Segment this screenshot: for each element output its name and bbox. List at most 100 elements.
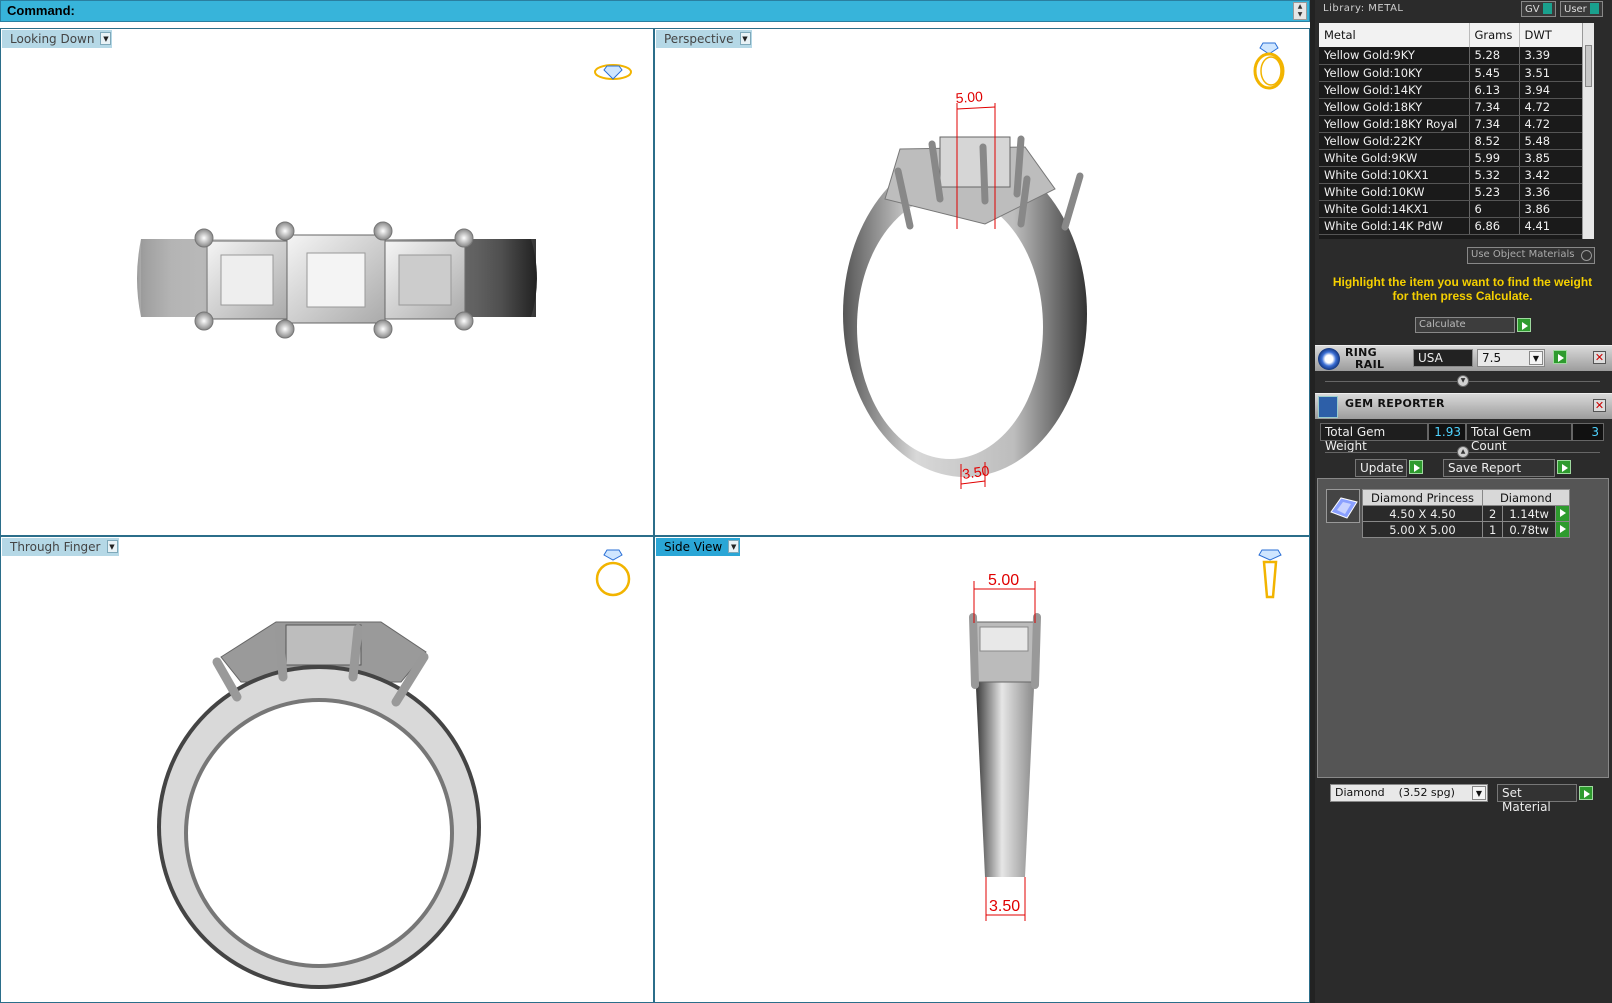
grams-cell: 5.32 [1469,166,1520,184]
collapse-knob-icon[interactable]: ▲ [1457,446,1469,458]
metal-name-cell: Yellow Gold:22KY [1319,132,1470,150]
metal-name-cell: White Gold:10KW [1319,183,1470,201]
command-bar[interactable]: Command: ▲ ▼ [0,0,1310,22]
save-report-label: Save Report [1448,461,1522,475]
column-header-metal[interactable]: Metal [1319,23,1470,47]
save-report-button[interactable]: Save Report [1443,459,1555,477]
update-go-button[interactable] [1409,460,1423,474]
metal-name-cell: Yellow Gold:10KY [1319,64,1470,82]
metal-row[interactable]: White Gold:14KX1 6 3.86 [1319,200,1584,218]
close-icon[interactable]: ✕ [1593,399,1606,412]
gem-weight-cell: 0.78tw [1502,521,1556,538]
save-report-go-button[interactable] [1557,460,1571,474]
column-header-dwt[interactable]: DWT [1519,23,1584,47]
ring-rail-apply-button[interactable] [1553,350,1567,364]
dwt-cell: 3.85 [1519,149,1584,167]
command-scroll[interactable]: ▲ ▼ [1293,2,1307,20]
grams-cell: 7.34 [1469,115,1520,133]
scroll-down-icon[interactable]: ▼ [1294,11,1306,19]
chevron-down-icon[interactable]: ▼ [1472,786,1486,800]
viewport-perspective[interactable]: Perspective ▼ 5.00 3.50 [654,28,1310,536]
dwt-cell: 3.86 [1519,200,1584,218]
material-select[interactable]: Diamond (3.52 spg) ▼ [1330,784,1488,802]
princess-diamond-icon [1326,489,1360,523]
ring-rail-title-2: RAIL [1355,358,1385,371]
metal-name-cell: White Gold:14K PdW [1319,217,1470,235]
toggle-indicator-icon [1589,3,1599,14]
column-header-grams[interactable]: Grams [1469,23,1520,47]
calculate-hint: Highlight the item you want to find the … [1332,275,1593,303]
metal-row[interactable]: Yellow Gold:9KY 5.28 3.39 [1319,47,1584,65]
viewport-through-finger[interactable]: Through Finger ▼ [0,536,654,1003]
metal-row[interactable]: White Gold:10KW 5.23 3.36 [1319,183,1584,201]
dwt-cell: 4.72 [1519,98,1584,116]
ring-size-select[interactable]: 7.5 ▼ [1477,349,1545,367]
toggle-indicator-icon [1542,3,1552,14]
table-header-row: Metal Grams DWT [1319,23,1584,47]
ring-standard-field[interactable]: USA [1413,349,1473,367]
grams-cell: 8.52 [1469,132,1520,150]
metal-row[interactable]: Yellow Gold:22KY 8.52 5.48 [1319,132,1584,150]
grams-cell: 5.99 [1469,149,1520,167]
metal-row[interactable]: Yellow Gold:18KY Royal 7.34 4.72 [1319,115,1584,133]
dwt-cell: 3.36 [1519,183,1584,201]
ring-side-view: 5.00 3.50 [969,572,1041,921]
use-object-materials-toggle[interactable]: Use Object Materials [1467,247,1595,264]
table-scrollbar[interactable] [1582,23,1594,239]
gem-row[interactable]: 5.00 X 5.00 1 0.78tw [1362,521,1570,538]
gem-weight-cell: 1.14tw [1502,505,1556,522]
gem-reporter-icon [1318,396,1338,418]
viewport-looking-down[interactable]: Looking Down ▼ [0,28,654,536]
metal-row[interactable]: White Gold:14K PdW 6.86 4.41 [1319,217,1584,235]
gv-toggle[interactable]: GV [1521,1,1556,17]
gem-row-go-button[interactable] [1554,521,1570,538]
dimension-label: 5.00 [988,572,1019,589]
update-button[interactable]: Update [1355,459,1407,477]
calculate-field[interactable]: Calculate [1415,317,1515,333]
dimension-label: 5.00 [955,88,984,106]
right-panel: Library: METAL GV User Metal Grams DWT Y… [1315,0,1612,1003]
scroll-up-icon[interactable]: ▲ [1294,3,1306,11]
collapse-knob-icon[interactable]: ▼ [1457,375,1469,387]
set-material-go-button[interactable] [1579,786,1593,800]
metal-row[interactable]: White Gold:9KW 5.99 3.85 [1319,149,1584,167]
scrollbar-thumb[interactable] [1585,45,1592,87]
gem-table[interactable]: Diamond Princess Diamond 4.50 X 4.50 2 1.1… [1362,489,1570,538]
grams-cell: 5.23 [1469,183,1520,201]
grams-cell: 7.34 [1469,98,1520,116]
ring-top-view [137,221,537,339]
chevron-down-icon[interactable]: ▼ [1529,351,1543,365]
metal-library-table[interactable]: Metal Grams DWT Yellow Gold:9KY 5.28 3.39 Y… [1319,23,1594,239]
metal-name-cell: White Gold:14KX1 [1319,200,1470,218]
close-icon[interactable]: ✕ [1593,351,1606,364]
grams-cell: 5.28 [1469,47,1520,65]
user-toggle[interactable]: User [1560,1,1603,17]
grams-cell: 6 [1469,200,1520,218]
metal-row[interactable]: White Gold:10KX1 5.32 3.42 [1319,166,1584,184]
gem-table-header: Diamond Princess Diamond [1362,489,1570,506]
use-object-materials-label: Use Object Materials [1471,249,1575,260]
metal-row[interactable]: Yellow Gold:10KY 5.45 3.51 [1319,64,1584,82]
dwt-cell: 3.51 [1519,64,1584,82]
metal-name-cell: Yellow Gold:18KY Royal [1319,115,1470,133]
metal-name-cell: Yellow Gold:9KY [1319,47,1470,65]
metal-row[interactable]: Yellow Gold:14KY 6.13 3.94 [1319,81,1584,99]
dwt-cell: 3.39 [1519,47,1584,65]
set-material-label: Set Material [1502,786,1551,814]
grams-cell: 6.13 [1469,81,1520,99]
gem-row-go-button[interactable] [1554,505,1570,522]
calculate-label: Calculate [1419,319,1466,330]
ring-rail-icon [1318,348,1340,370]
calculate-button[interactable] [1517,318,1531,332]
gem-row[interactable]: 4.50 X 4.50 2 1.14tw [1362,505,1570,522]
update-label: Update [1360,461,1404,475]
dimension-label: 3.50 [961,462,990,482]
set-material-button[interactable]: Set Material [1497,784,1577,814]
gem-size-cell: 4.50 X 4.50 [1362,505,1483,522]
total-gem-count-label: Total Gem Count [1466,423,1572,453]
metal-row[interactable]: Yellow Gold:18KY 7.34 4.72 [1319,98,1584,116]
toggle-knob-icon [1581,250,1592,261]
dwt-cell: 4.72 [1519,115,1584,133]
viewport-side-view[interactable]: Side View ▼ 5.00 3.50 [654,536,1310,1003]
gem-list-panel[interactable]: Diamond Princess Diamond 4.50 X 4.50 2 1.1… [1317,478,1609,778]
